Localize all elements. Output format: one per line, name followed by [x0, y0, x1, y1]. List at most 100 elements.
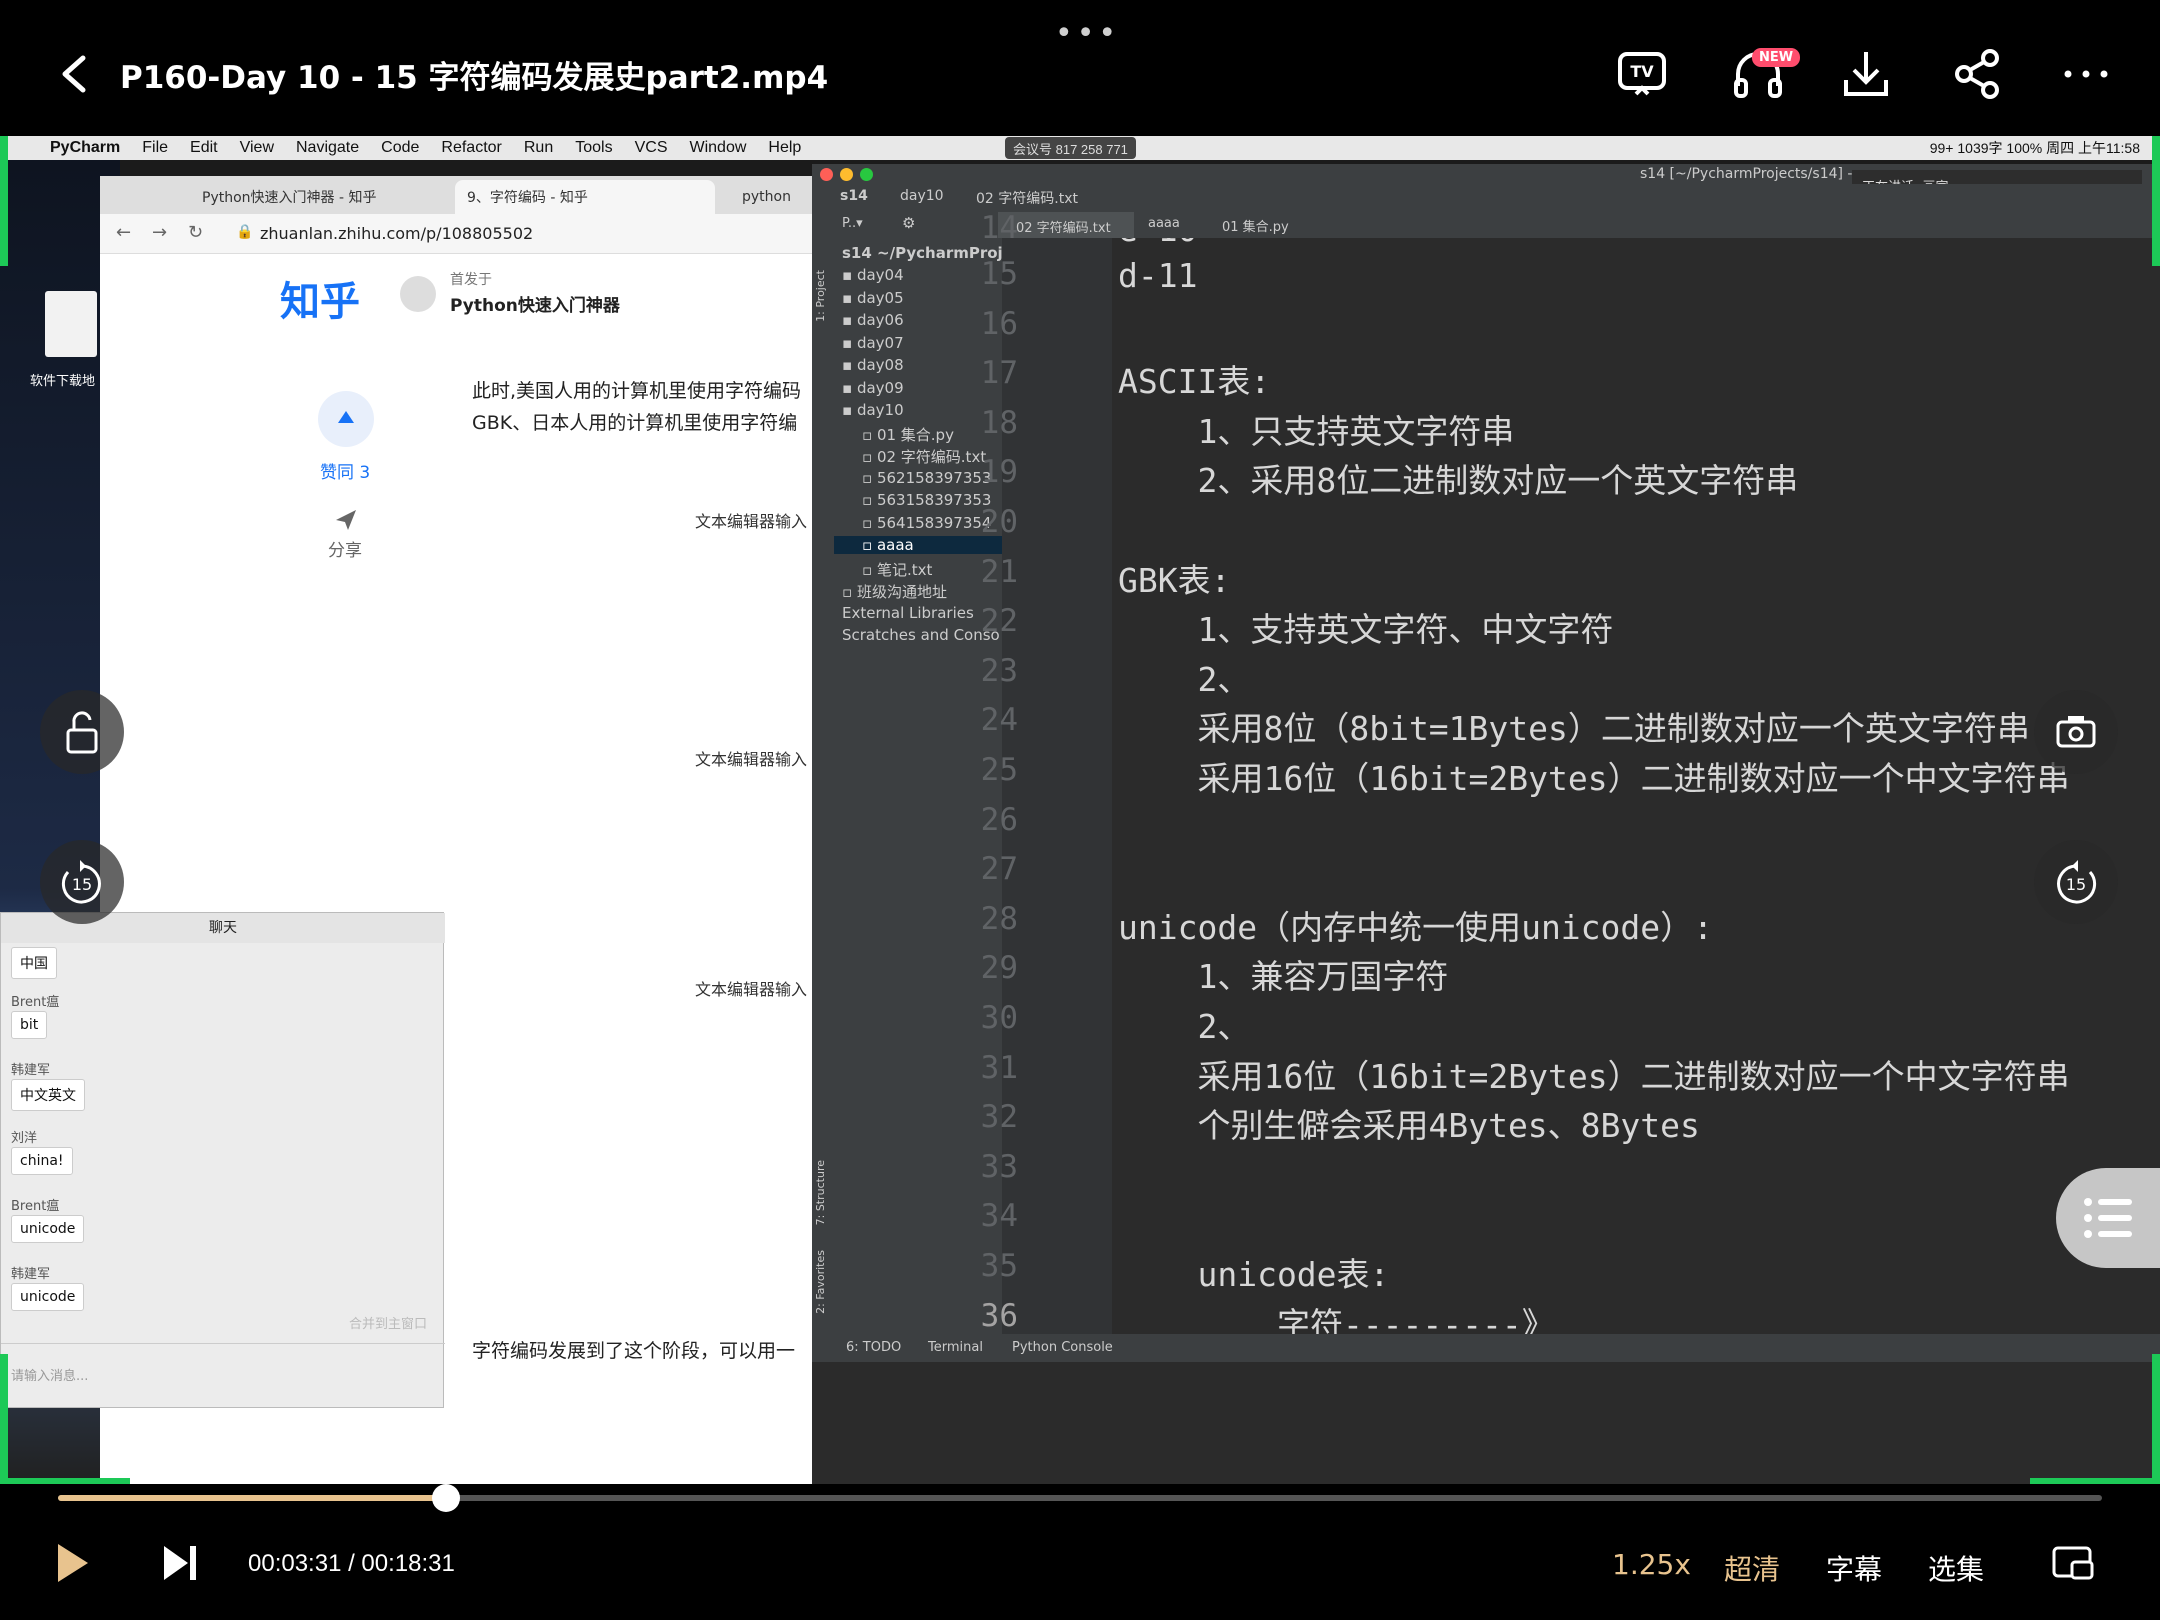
python-console-tab[interactable]: Python Console — [1012, 1340, 1113, 1355]
episodes-button[interactable]: 选集 — [1928, 1548, 1984, 1588]
code-line: 1、兼容万国字符 — [1118, 957, 1449, 996]
minimize-window-icon[interactable] — [840, 168, 853, 181]
tree-label: day06 — [856, 311, 904, 329]
tree-folder[interactable]: ▪ day04 — [842, 266, 904, 284]
code-line: ASCII表: — [1118, 362, 1271, 401]
todo-tab[interactable]: 6: TODO — [846, 1340, 901, 1355]
quality-button[interactable]: 超清 — [1724, 1548, 1780, 1588]
address-bar[interactable]: ← → ↻ 🔒 zhuanlan.zhihu.com/p/108805502 — [100, 214, 820, 254]
breadcrumb-item[interactable]: day10 — [900, 188, 944, 204]
unlock-icon — [66, 711, 98, 754]
tree-folder[interactable]: ▪ day07 — [842, 334, 904, 352]
menu-window[interactable]: Window — [690, 139, 747, 157]
screenshot-button[interactable] — [2034, 690, 2118, 774]
menu-code[interactable]: Code — [381, 139, 419, 157]
zhihu-logo[interactable]: 知乎 — [280, 269, 360, 327]
line-number-gutter: 14 15 16 17 18 19 20 21 22 23 24 25 26 2… — [981, 210, 1112, 1334]
tree-label: day04 — [856, 266, 904, 284]
tab-python-quickstart[interactable]: Python快速入门神器 - 知乎 — [190, 180, 440, 214]
tab-char-encoding[interactable]: 9、字符编码 - 知乎 — [455, 180, 715, 214]
published-in-label: 首发于 — [450, 272, 492, 288]
line-number: 26 — [980, 802, 1018, 838]
menu-navigate[interactable]: Navigate — [296, 139, 359, 157]
play-icon[interactable] — [50, 1540, 94, 1586]
menu-view[interactable]: View — [240, 139, 274, 157]
tree-folder[interactable]: ▪ day05 — [842, 289, 904, 307]
project-view-selector[interactable]: P..▾ — [842, 216, 863, 231]
code-line: 1、只支持英文字符串 — [1118, 412, 1515, 451]
article-text: 字符编码发展到了这个阶段，可以用一 — [472, 1340, 796, 1362]
upvote-button[interactable] — [318, 391, 374, 447]
tv-cast-icon[interactable]: TV — [1612, 46, 1672, 102]
svg-text:TV: TV — [1630, 62, 1654, 81]
tree-label: day08 — [856, 356, 904, 374]
subtitles-button[interactable]: 字幕 — [1826, 1548, 1882, 1588]
structure-tool-button[interactable]: 7: Structure — [814, 1160, 827, 1225]
editor-input-note: 文本编辑器输入 — [695, 512, 808, 531]
menu-help[interactable]: Help — [768, 139, 801, 157]
line-number: 28 — [980, 901, 1018, 937]
menu-edit[interactable]: Edit — [190, 139, 218, 157]
tree-file[interactable]: ▫ 笔记.txt — [862, 559, 932, 580]
upvote-count: 赞同 3 — [320, 463, 371, 483]
pycharm-window: s14 [~/PycharmProjects/s14] - 正在讲话: 画家; … — [812, 164, 2160, 1484]
code-line: unicode表: — [1118, 1255, 1390, 1294]
more-options-icon[interactable] — [2056, 46, 2116, 102]
tree-folder[interactable]: ▪ day08 — [842, 356, 904, 374]
column-name[interactable]: Python快速入门神器 — [450, 291, 620, 316]
url-text[interactable]: zhuanlan.zhihu.com/p/108805502 — [260, 224, 533, 243]
close-window-icon[interactable] — [820, 168, 833, 181]
nav-back-icon[interactable]: ← — [116, 222, 131, 243]
speed-button[interactable]: 1.25x — [1612, 1548, 1691, 1581]
video-frame[interactable]: PyCharm File Edit View Navigate Code Ref… — [0, 136, 2160, 1484]
share-plane-icon[interactable] — [332, 506, 360, 534]
breadcrumb-item[interactable]: s14 — [840, 188, 868, 204]
menu-file[interactable]: File — [142, 139, 168, 157]
forward-15-button[interactable]: 15 — [2034, 840, 2118, 924]
menu-vcs[interactable]: VCS — [635, 139, 668, 157]
chat-input[interactable]: 请输入消息... — [11, 1365, 88, 1384]
tab-char-encoding-txt[interactable]: 02 字符编码.txt — [998, 212, 1134, 238]
merge-to-main-button[interactable]: 合并到主窗口 — [349, 1313, 427, 1332]
reload-icon[interactable]: ↻ — [188, 222, 203, 243]
tree-folder[interactable]: ▪ day06 — [842, 311, 904, 329]
nav-forward-icon[interactable]: → — [152, 222, 167, 243]
tree-file[interactable]: ▫ 班级沟通地址 — [842, 581, 947, 602]
menu-pycharm[interactable]: PyCharm — [50, 139, 120, 157]
maximize-window-icon[interactable] — [860, 168, 873, 181]
download-icon[interactable] — [1836, 46, 1896, 102]
meeting-id-badge: 会议号 817 258 771 — [1005, 137, 1136, 159]
menu-refactor[interactable]: Refactor — [441, 139, 501, 157]
breadcrumb-item[interactable]: 02 字符编码.txt — [976, 188, 1078, 208]
tab-python[interactable]: python — [730, 180, 820, 214]
next-episode-icon[interactable] — [158, 1540, 202, 1586]
line-number: 15 — [980, 256, 1018, 292]
capture-frame-corner — [2152, 1354, 2160, 1484]
gear-icon[interactable]: ⚙ — [902, 214, 915, 232]
terminal-tab[interactable]: Terminal — [928, 1340, 983, 1355]
line-number: 30 — [980, 1000, 1018, 1036]
screen-lock-button[interactable] — [40, 690, 124, 774]
menu-tools[interactable]: Tools — [575, 139, 612, 157]
progress-scrubber[interactable] — [432, 1484, 460, 1512]
playlist-drawer-button[interactable] — [2056, 1168, 2160, 1268]
project-tool-button[interactable]: 1: Project — [814, 270, 827, 322]
code-editor[interactable]: e-10 d-11 ASCII表: 1、只支持英文字符串 2、采用8位二进制数对… — [1112, 238, 2160, 1334]
file-icon[interactable] — [45, 291, 97, 357]
back-arrow-icon[interactable] — [55, 52, 95, 96]
menu-run[interactable]: Run — [524, 139, 553, 157]
picture-in-picture-icon[interactable] — [2050, 1544, 2096, 1584]
tab-set-py[interactable]: 01 集合.py — [1222, 216, 1289, 235]
tree-label: day09 — [856, 379, 904, 397]
line-number-current: 36 — [980, 1298, 1018, 1334]
tree-file[interactable]: ▫ 01 集合.py — [862, 424, 954, 445]
favorites-tool-button[interactable]: 2: Favorites — [814, 1250, 827, 1314]
article-text: GBK、日本人用的计算机里使用字符编 — [472, 412, 798, 434]
rewind-15-button[interactable]: 15 — [40, 840, 124, 924]
tree-folder[interactable]: ▪ day09 — [842, 379, 904, 397]
playback-time: 00:03:31 / 00:18:31 — [248, 1550, 455, 1577]
share-icon[interactable] — [1948, 46, 2008, 102]
tab-aaaa[interactable]: aaaa — [1148, 216, 1180, 231]
tree-folder[interactable]: ▪ day10 — [842, 401, 904, 419]
column-avatar[interactable] — [400, 276, 436, 312]
